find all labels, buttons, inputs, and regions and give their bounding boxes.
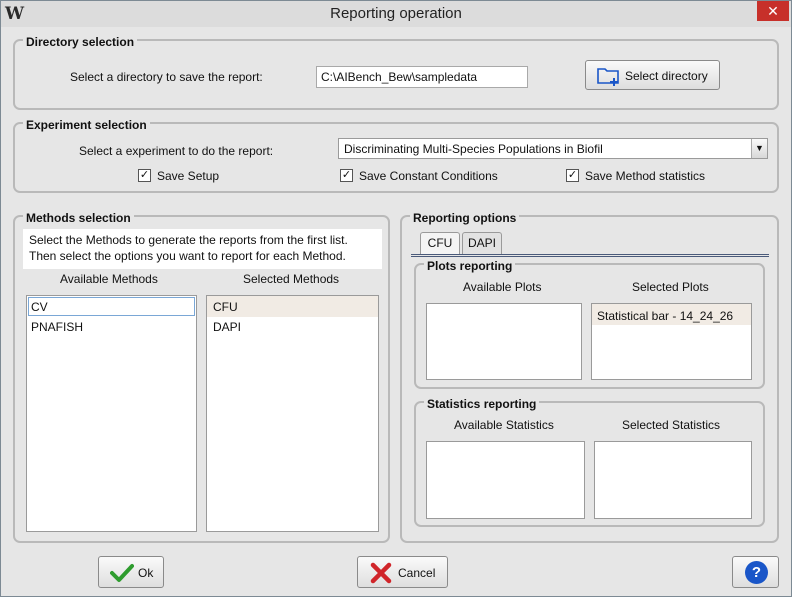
directory-selection-title: Directory selection (23, 35, 138, 49)
list-item-dapi[interactable]: DAPI (213, 320, 241, 334)
select-directory-button[interactable]: Select directory (585, 60, 720, 90)
selected-statistics-list[interactable] (594, 441, 752, 519)
ok-label: Ok (138, 566, 154, 580)
reporting-options-title: Reporting options (410, 211, 520, 225)
save-method-statistics-label: Save Method statistics (585, 169, 706, 183)
methods-info-line1: Select the Methods to generate the repor… (29, 233, 348, 247)
directory-prompt: Select a directory to save the report: (70, 70, 263, 84)
tab-strip-divider (411, 254, 769, 257)
select-directory-label: Select directory (625, 69, 708, 83)
close-button[interactable]: ✕ (757, 1, 789, 21)
methods-info-line2: Then select the options you want to repo… (29, 249, 346, 263)
help-icon: ? (745, 561, 768, 584)
selected-methods-list[interactable]: CFU DAPI (206, 295, 379, 532)
directory-path-field[interactable]: C:\AIBench_Bew\sampledata (316, 66, 528, 88)
selected-methods-header: Selected Methods (243, 272, 340, 286)
selected-plots-list[interactable]: Statistical bar - 14_24_26 (591, 303, 752, 380)
help-button[interactable]: ? (732, 556, 779, 588)
experiment-selected-value: Discriminating Multi-Species Populations… (344, 142, 603, 156)
checkmark-icon (110, 564, 134, 582)
save-setup-label: Save Setup (157, 169, 220, 183)
list-item-statistical-bar[interactable]: Statistical bar - 14_24_26 (597, 309, 733, 323)
cancel-label: Cancel (398, 566, 436, 580)
list-item-cfu[interactable]: CFU (213, 300, 238, 314)
tab-dapi[interactable]: DAPI (462, 232, 502, 254)
list-item[interactable] (28, 297, 195, 316)
tab-cfu[interactable]: CFU (420, 232, 460, 254)
available-methods-header: Available Methods (60, 272, 158, 286)
plots-reporting-title: Plots reporting (424, 259, 516, 273)
list-item-cv[interactable]: CV (31, 300, 48, 314)
save-setup-checkbox[interactable]: ✓ (138, 169, 151, 182)
ok-button[interactable]: Ok (98, 556, 164, 588)
selected-statistics-header: Selected Statistics (622, 418, 721, 432)
cancel-button[interactable]: Cancel (357, 556, 448, 588)
experiment-selection-title: Experiment selection (23, 118, 150, 132)
statistics-reporting-title: Statistics reporting (424, 397, 540, 411)
available-plots-header: Available Plots (463, 280, 542, 294)
folder-add-icon (597, 68, 619, 86)
methods-selection-title: Methods selection (23, 211, 134, 225)
cross-icon (370, 562, 392, 584)
save-method-statistics-checkbox[interactable]: ✓ (566, 169, 579, 182)
title-bar: W Reporting operation ✕ (1, 1, 791, 27)
experiment-select[interactable]: Discriminating Multi-Species Populations… (338, 138, 768, 159)
help-glyph: ? (751, 564, 762, 581)
reporting-dialog: W Reporting operation ✕ Directory select… (0, 0, 792, 597)
list-item-pnafish[interactable]: PNAFISH (31, 320, 83, 334)
available-statistics-list[interactable] (426, 441, 585, 519)
chevron-down-icon[interactable]: ▼ (751, 139, 767, 158)
experiment-prompt: Select a experiment to do the report: (79, 144, 274, 158)
methods-info-text: Select the Methods to generate the repor… (23, 229, 382, 269)
selected-plots-header: Selected Plots (632, 280, 709, 294)
save-constant-conditions-label: Save Constant Conditions (359, 169, 498, 183)
window-title: Reporting operation (330, 5, 462, 22)
available-methods-list[interactable]: CV PNAFISH (26, 295, 197, 532)
available-statistics-header: Available Statistics (454, 418, 554, 432)
save-constant-conditions-checkbox[interactable]: ✓ (340, 169, 353, 182)
available-plots-list[interactable] (426, 303, 582, 380)
